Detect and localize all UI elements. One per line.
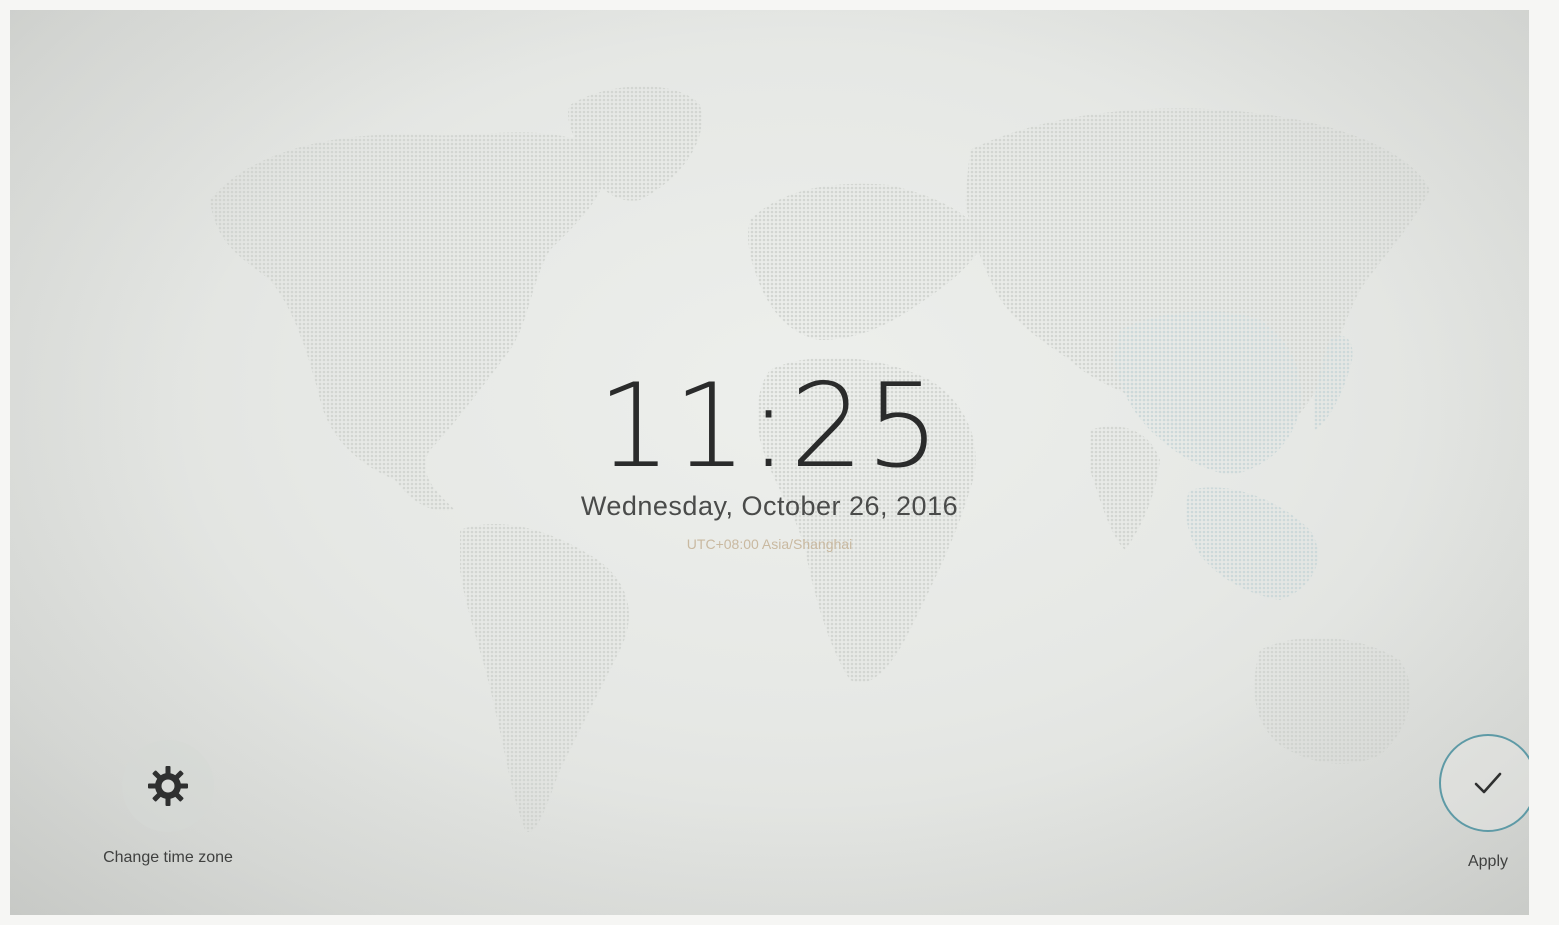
checkmark-icon xyxy=(1474,772,1502,794)
change-time-zone-label: Change time zone xyxy=(103,849,233,866)
clock-date: Wednesday, October 26, 2016 xyxy=(580,491,959,521)
timezone-label: UTC+08:00 Asia/Shanghai xyxy=(686,536,853,552)
change-time-zone-action[interactable]: Change time zone xyxy=(86,740,250,868)
apply-label: Apply xyxy=(1467,853,1509,870)
time-setup-screen: 11:25 Wednesday, October 26, 2016 UTC+08… xyxy=(10,10,1529,915)
change-time-zone-button[interactable] xyxy=(122,740,214,832)
clock-time: 11:25 xyxy=(597,359,942,494)
map-south-america xyxy=(460,524,629,832)
gear-icon xyxy=(148,766,188,806)
map-australia xyxy=(1254,637,1411,764)
apply-action[interactable]: Apply xyxy=(1418,734,1529,872)
map-europe xyxy=(748,183,985,340)
apply-button[interactable] xyxy=(1439,734,1529,832)
